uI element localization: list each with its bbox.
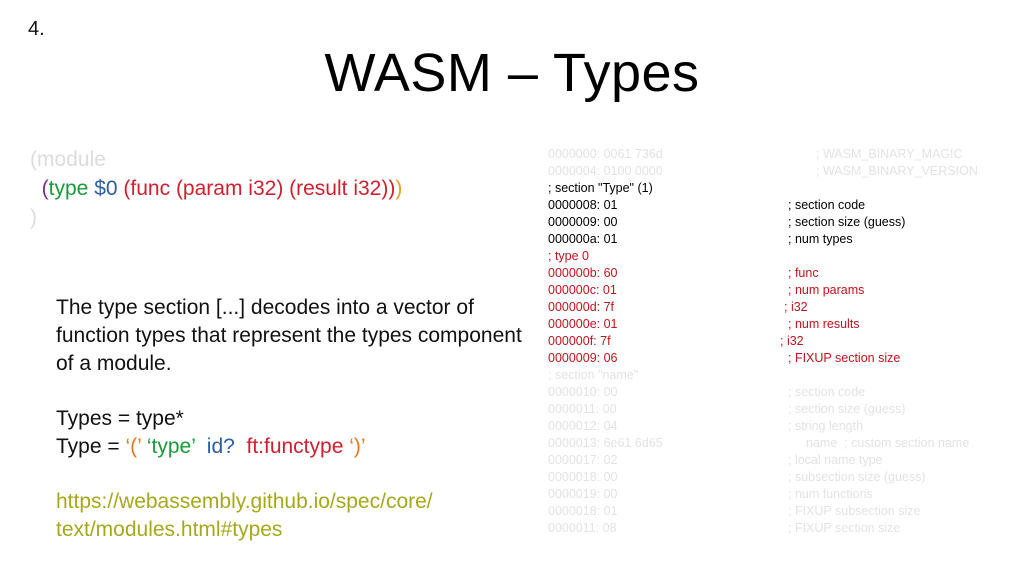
hexdump-comment: name ; custom section name [806, 436, 970, 450]
hexdump-row: ; type 0 [548, 248, 1018, 265]
hexdump-address: 0000017: 02 [548, 453, 618, 467]
wat-code-block: (module (type $0 (func (param i32) (resu… [30, 145, 402, 232]
hexdump-comment: ; section code [788, 385, 866, 399]
wat-line-type: (type $0 (func (param i32) (result i32))… [30, 174, 403, 203]
hexdump-address: 000000a: 01 [548, 232, 618, 246]
hexdump-row: 0000009: 06 ; FIXUP section size [548, 350, 1018, 367]
hexdump-address: 0000013: 6e61 6d65 [548, 436, 663, 450]
hexdump-row: ; section "Type" (1) [548, 180, 1018, 197]
hexdump-row: ; section "name" [548, 367, 1018, 384]
hexdump-comment: ; num results [788, 317, 860, 331]
hexdump-row: 0000019: 00 ; num functions [548, 486, 1018, 503]
hexdump-row: 0000010: 00 ; section code [548, 384, 1018, 401]
hexdump-comment: ; num params [788, 283, 865, 297]
hexdump-comment: ; func [788, 266, 819, 280]
hexdump-address: 000000f: 7f [548, 334, 611, 348]
hexdump-row: 000000c: 01 ; num params [548, 282, 1018, 299]
hexdump-comment: ; subsection size (guess) [788, 470, 926, 484]
hexdump-comment: ; local name type [788, 453, 883, 467]
hexdump-comment: ; i32 [780, 334, 804, 348]
spec-link-line2[interactable]: text/modules.html#types [56, 516, 433, 544]
hexdump-comment: ; section size (guess) [788, 215, 906, 229]
grammar-type-line: Type = ‘(’ ‘type’ id? ft:functype ‘)’ [56, 433, 366, 461]
slide-title: WASM – Types [324, 43, 700, 103]
hexdump-comment: ; WASM_BINARY_VERSION [816, 164, 978, 178]
hexdump-comment: ; string length [788, 419, 864, 433]
hexdump-comment: ; FIXUP section size [788, 351, 901, 365]
hexdump-row: 0000018: 00 ; subsection size (guess) [548, 469, 1018, 486]
grammar-id: id? [206, 435, 235, 458]
hexdump-comment: ; num functions [788, 487, 873, 501]
grammar-type-prefix: Type = [56, 435, 126, 458]
description-text: The type section [...] decodes into a ve… [56, 294, 526, 378]
hexdump-comment: ; num types [788, 232, 853, 246]
hexdump-row: 0000008: 01 ; section code [548, 197, 1018, 214]
wat-line-module: (module [30, 148, 106, 171]
grammar-block: Types = type* Type = ‘(’ ‘type’ id? ft:f… [56, 405, 366, 461]
hexdump-address: 0000008: 01 [548, 198, 618, 212]
hexdump-address: 0000011: 08 [548, 521, 617, 535]
hexdump-address: 0000004: 0100 0000 [548, 164, 663, 178]
hexdump-address: ; section "Type" (1) [548, 181, 653, 195]
hexdump-address: 0000012: 04 [548, 419, 618, 433]
hexdump-address: ; type 0 [548, 249, 589, 263]
grammar-rparen: ‘)’ [349, 435, 366, 458]
hexdump-address: 000000b: 60 [548, 266, 618, 280]
hexdump-row: 0000000: 0061 736d ; WASM_BINARY_MAGIC [548, 146, 1018, 163]
spec-link[interactable]: https://webassembly.github.io/spec/core/… [56, 488, 433, 544]
slide-number: 4. [28, 18, 45, 40]
hexdump-row: 0000018: 01 ; FIXUP subsection size [548, 503, 1018, 520]
wat-type-id: $0 [94, 177, 118, 200]
hexdump-address: 0000009: 06 [548, 351, 618, 365]
hexdump-address: 0000009: 00 [548, 215, 618, 229]
wat-func-signature: (func (param i32) (result i32) [123, 177, 389, 200]
hexdump-comment: ; WASM_BINARY_MAGIC [816, 147, 963, 161]
hexdump-address: 0000019: 00 [548, 487, 618, 501]
hexdump-comment: ; FIXUP section size [788, 521, 901, 535]
wat-type-keyword: type [48, 177, 89, 200]
hexdump-comment: ; section size (guess) [788, 402, 906, 416]
hexdump-comment: ; i32 [784, 300, 808, 314]
hexdump-row: 0000011: 08 ; FIXUP section size [548, 520, 1018, 537]
hexdump-row: 000000f: 7f ; i32 [548, 333, 1018, 350]
hexdump-comment: ; FIXUP subsection size [788, 504, 921, 518]
hexdump-row: 0000017: 02 ; local name type [548, 452, 1018, 469]
hexdump-row: 0000012: 04 ; string length [548, 418, 1018, 435]
hexdump-row: 0000011: 00 ; section size (guess) [548, 401, 1018, 418]
hexdump-address: 0000018: 01 [548, 504, 618, 518]
hexdump-address: 0000018: 00 [548, 470, 618, 484]
hexdump-row: 0000013: 6e61 6d65 name ; custom section … [548, 435, 1018, 452]
hexdump-row: 000000d: 7f ; i32 [548, 299, 1018, 316]
spec-link-line1[interactable]: https://webassembly.github.io/spec/core/ [56, 488, 433, 516]
wat-open-paren: ( [41, 177, 49, 200]
hexdump-row: 000000e: 01 ; num results [548, 316, 1018, 333]
hexdump-address: ; section "name" [548, 368, 639, 382]
hexdump-address: 0000000: 0061 736d [548, 147, 663, 161]
hexdump-address: 000000c: 01 [548, 283, 617, 297]
hexdump-row: 000000a: 01 ; num types [548, 231, 1018, 248]
hexdump-address: 000000d: 7f [548, 300, 615, 314]
grammar-lparen: ‘(’ [125, 435, 142, 458]
hexdump-address: 0000011: 00 [548, 402, 617, 416]
wat-close-outer: ) [395, 177, 403, 200]
hexdump-row: 0000009: 00 ; section size (guess) [548, 214, 1018, 231]
description-paragraph: The type section [...] decodes into a ve… [56, 296, 522, 375]
hexdump-row: 000000b: 60 ; func [548, 265, 1018, 282]
grammar-functype: ft:functype [246, 435, 344, 458]
hexdump-row: 0000004: 0100 0000 ; WASM_BINARY_VERSION [548, 163, 1018, 180]
hexdump-comment: ; section code [788, 198, 866, 212]
grammar-types-line: Types = type* [56, 407, 184, 430]
hexdump-address: 000000e: 01 [548, 317, 618, 331]
wat-line-close: ) [30, 206, 37, 229]
hexdump-address: 0000010: 00 [548, 385, 618, 399]
grammar-type-keyword: ‘type’ [146, 435, 196, 458]
hexdump-block: 0000000: 0061 736d; WASM_BINARY_MAGIC 000… [548, 146, 1018, 537]
